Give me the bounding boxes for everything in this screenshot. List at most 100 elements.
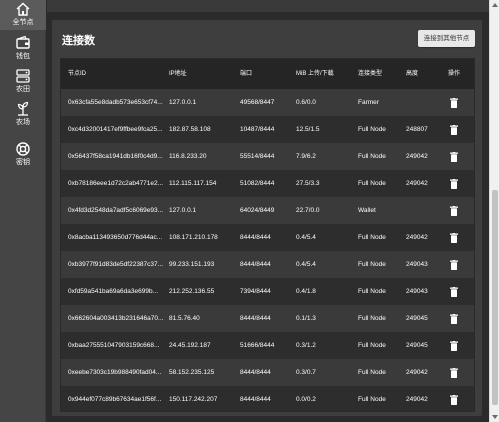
cell-connection-type: Full Node <box>358 153 386 160</box>
cell-connection-type: Full Node <box>358 342 386 349</box>
sidebar-item-farm[interactable]: 农场 <box>0 100 46 130</box>
page-title: 连接数 <box>62 35 95 47</box>
wallet-icon <box>16 35 30 49</box>
cell-height <box>406 197 446 224</box>
connections-card: 连接数 连接到其他节点 节点ID IP地址 端口 MiB 上传/下载 连接类型 … <box>52 20 482 416</box>
cell-ip-address: 24.45.192.187 <box>169 342 211 349</box>
cell-node-id: 0xbaa275551047903159c668... <box>68 342 160 349</box>
table-row: 0x944ef077c89b67634ae1f56f... 150.117.242… <box>61 386 474 411</box>
cell-connection-type: Full Node <box>358 126 386 133</box>
scroll-up-arrow-icon[interactable] <box>492 3 498 7</box>
cell-height: 249043 <box>406 288 428 295</box>
table-row: 0xeebe7303c19b988490fad04... 58.152.235.1… <box>61 359 474 386</box>
table-row: 0x63cfa55e8dadb573e653cf74... 127.0.0.1 49… <box>61 89 474 116</box>
cell-port: 8444/8444 <box>240 396 271 403</box>
cell-mib-up-down: 0.6/0.0 <box>296 99 316 106</box>
cell-node-id: 0xeebe7303c19b988490fad04... <box>68 369 162 376</box>
delete-icon[interactable] <box>450 206 458 216</box>
cell-port: 8444/8444 <box>240 369 271 376</box>
delete-icon[interactable] <box>450 395 458 405</box>
sidebar-item-label: 全节点 <box>12 19 34 26</box>
delete-icon[interactable] <box>450 179 458 189</box>
sidebar-item-full-node[interactable]: 全节点 <box>0 0 46 30</box>
delete-icon[interactable] <box>450 341 458 351</box>
scroll-down-arrow-icon[interactable] <box>492 415 498 419</box>
table-row: 0x8acba113493650d776d44ac... 108.171.210.… <box>61 224 474 251</box>
cell-height: 249042 <box>406 153 428 160</box>
cell-height: 249043 <box>406 261 428 268</box>
header-ip-address[interactable]: IP地址 <box>169 59 237 89</box>
cell-port: 51666/8444 <box>240 342 275 349</box>
delete-icon[interactable] <box>450 368 458 378</box>
cell-mib-up-down: 12.5/1.5 <box>296 126 320 133</box>
cell-ip-address: 150.117.242.207 <box>169 396 218 403</box>
sidebar-item-keys[interactable]: 密钥 <box>0 140 46 170</box>
connections-table: 节点ID IP地址 端口 MiB 上传/下载 连接类型 高度 操作 0x63cf… <box>60 58 475 412</box>
delete-icon[interactable] <box>450 233 458 243</box>
header-actions: 操作 <box>448 71 461 77</box>
sidebar: 全节点 钱包 农田 农场 密钥 <box>0 0 46 422</box>
cell-node-id: 0x4fd3d2548da7adf5c6069e93... <box>68 207 163 214</box>
cell-height: 249045 <box>406 342 428 349</box>
table-row: 0xb3977f91d83de5df22387c37... 99.233.151.… <box>61 251 474 278</box>
cell-ip-address: 99.233.151.193 <box>169 261 215 268</box>
cell-mib-up-down: 0.3/1.2 <box>296 342 316 349</box>
delete-icon[interactable] <box>450 125 458 135</box>
delete-icon[interactable] <box>450 152 458 162</box>
header-height[interactable]: 高度 <box>406 59 446 89</box>
cell-node-id: 0xfd59a541ba69a6da3e699b... <box>68 288 159 295</box>
cell-ip-address: 212.252.136.55 <box>169 288 215 295</box>
cell-mib-up-down: 7.9/6.2 <box>296 153 316 160</box>
cell-ip-address: 127.0.0.1 <box>169 207 197 214</box>
cell-connection-type: Wallet <box>358 207 376 214</box>
delete-icon[interactable] <box>450 260 458 270</box>
cell-node-id: 0xc4d32001417ef9ffbee9fca25... <box>68 126 163 133</box>
cell-mib-up-down: 0.0/0.2 <box>296 396 316 403</box>
header-mib-up-down[interactable]: MiB 上传/下载 <box>296 59 352 89</box>
cell-ip-address: 127.0.0.1 <box>169 99 197 106</box>
sidebar-item-plots[interactable]: 农田 <box>0 67 46 97</box>
header-connection-type[interactable]: 连接类型 <box>358 59 404 89</box>
cell-node-id: 0x944ef077c89b67634ae1f56f... <box>68 396 162 403</box>
cell-height: 249045 <box>406 315 428 322</box>
cell-port: 64024/8449 <box>240 207 275 214</box>
table-row: 0x662604a003413b231646a70... 81.5.76.40 84… <box>61 305 474 332</box>
cell-mib-up-down: 0.4/1.8 <box>296 288 316 295</box>
header-port[interactable]: 端口 <box>240 59 290 89</box>
farm-icon <box>17 101 29 116</box>
cell-connection-type: Full Node <box>358 261 386 268</box>
header-node-id[interactable]: 节点ID <box>68 59 163 89</box>
cell-mib-up-down: 0.1/1.3 <box>296 315 316 322</box>
delete-icon[interactable] <box>450 98 458 108</box>
table-row: 0x56437f58ca1941db16f0c4d9... 116.8.233.2… <box>61 143 474 170</box>
cell-connection-type: Full Node <box>358 396 386 403</box>
table-header: 节点ID IP地址 端口 MiB 上传/下载 连接类型 高度 操作 <box>61 59 474 89</box>
cell-ip-address: 108.171.210.178 <box>169 234 218 241</box>
table-row: 0xc4d32001417ef9ffbee9fca25... 182.87.58.… <box>61 116 474 143</box>
table-row: 0xbaa275551047903159c668... 24.45.192.187… <box>61 332 474 359</box>
delete-icon[interactable] <box>450 287 458 297</box>
cell-port: 8444/8444 <box>240 315 271 322</box>
connect-to-node-button[interactable]: 连接到其他节点 <box>418 30 475 47</box>
page-scrollbar[interactable] <box>489 0 499 422</box>
cell-port: 49568/8447 <box>240 99 275 106</box>
sidebar-item-label: 钱包 <box>16 53 30 60</box>
cell-ip-address: 116.8.233.20 <box>169 153 207 160</box>
top-strip <box>47 0 489 12</box>
cell-ip-address: 182.87.58.108 <box>169 126 211 133</box>
sidebar-item-label: 农场 <box>16 119 30 126</box>
delete-icon[interactable] <box>450 314 458 324</box>
cell-height: 249042 <box>406 369 428 376</box>
cell-mib-up-down: 27.5/3.3 <box>296 180 320 187</box>
sidebar-item-wallet[interactable]: 钱包 <box>0 34 46 64</box>
cell-port: 10487/8444 <box>240 126 275 133</box>
table-row: 0xfd59a541ba69a6da3e699b... 212.252.136.5… <box>61 278 474 305</box>
cell-connection-type: Full Node <box>358 234 386 241</box>
scroll-thumb[interactable] <box>492 190 498 405</box>
cell-node-id: 0x8acba113493650d776d44ac... <box>68 234 163 241</box>
cell-mib-up-down: 22.7/0.0 <box>296 207 320 214</box>
cell-connection-type: Full Node <box>358 315 386 322</box>
cell-port: 55514/8444 <box>240 153 275 160</box>
cell-node-id: 0xb3977f91d83de5df22387c37... <box>68 261 163 268</box>
table-row: 0xb78186eee1d72c2ab4771e2... 112.115.117.… <box>61 170 474 197</box>
